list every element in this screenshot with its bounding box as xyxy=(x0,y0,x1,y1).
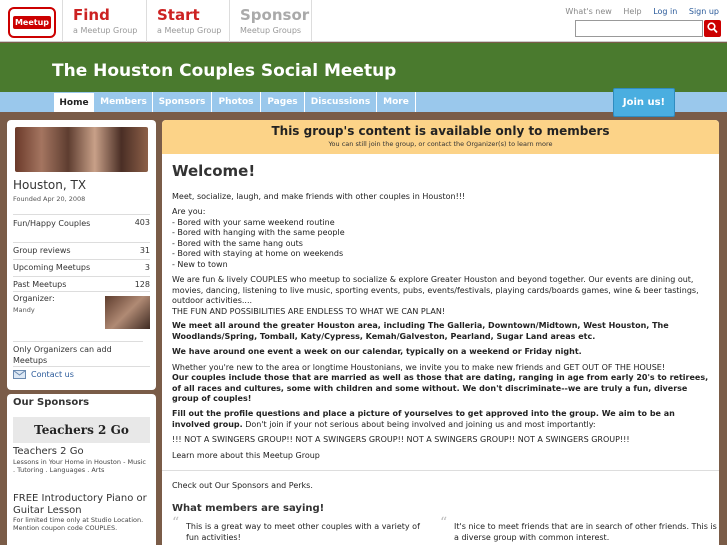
sponsors-perks-link[interactable]: Check out Our Sponsors and Perks. xyxy=(172,481,710,492)
organizer-name[interactable]: Mandy xyxy=(13,306,35,314)
group-city[interactable]: Houston, TX xyxy=(13,178,86,192)
logo-text: Meetup xyxy=(13,16,51,29)
login-link[interactable]: Log in xyxy=(653,7,677,16)
not-swingers-text: !!! NOT A SWINGERS GROUP!! NOT A SWINGER… xyxy=(172,435,630,444)
only-organizers-note: Only Organizers can add Meetups xyxy=(13,341,143,366)
quote-text: It's nice to meet friends that are in se… xyxy=(454,522,717,542)
tab-discussions[interactable]: Discussions xyxy=(305,92,377,112)
organizer-label: Organizer: xyxy=(13,294,55,303)
offer-title[interactable]: FREE Introductory Piano or Guitar Lesson xyxy=(13,493,150,517)
stat-upcoming[interactable]: Upcoming Meetups 3 xyxy=(13,259,150,272)
tab-pages[interactable]: Pages xyxy=(261,92,305,112)
tab-sponsors[interactable]: Sponsors xyxy=(153,92,212,112)
welcome-heading: Welcome! xyxy=(172,162,256,180)
nav-find-sub: a Meetup Group xyxy=(73,26,138,35)
nav-start-sub: a Meetup Group xyxy=(157,26,222,35)
invite-text: Whether you're new to the area or longti… xyxy=(172,363,666,372)
locations-text: We meet all around the greater Houston a… xyxy=(172,321,669,341)
learn-more-link[interactable]: Learn more about this Meetup Group xyxy=(172,451,710,462)
nav-start-title: Start xyxy=(157,6,200,24)
nav-find-title: Find xyxy=(73,6,110,24)
whats-new-link[interactable]: What's new xyxy=(565,7,611,16)
top-links: What's new Help Log in Sign up xyxy=(556,7,719,16)
founded-date: Founded Apr 20, 2008 xyxy=(13,195,86,203)
members-only-notice: This group's content is available only t… xyxy=(162,120,719,154)
join-us-button[interactable]: Join us! xyxy=(613,88,675,117)
are-you-list: Are you: - Bored with your same weekend … xyxy=(172,207,345,269)
group-title[interactable]: The Houston Couples Social Meetup xyxy=(52,61,396,81)
member-quote: “ This is a great way to meet other coupl… xyxy=(172,516,431,543)
group-photo[interactable] xyxy=(15,127,148,172)
offer-description: For limited time only at Studio Location… xyxy=(13,516,144,532)
nav-sponsor[interactable]: Sponsor Meetup Groups xyxy=(229,0,312,42)
search-button[interactable] xyxy=(704,20,721,37)
stat-reviews-label: Group reviews xyxy=(13,246,71,255)
tab-more[interactable]: More xyxy=(377,92,416,112)
sponsor-logo[interactable]: Teachers 2 Go xyxy=(13,417,150,443)
sponsor-description: Lessons in Your Home in Houston - Music … xyxy=(13,458,147,474)
fun-description: We are fun & lively COUPLES who meetup t… xyxy=(172,275,699,316)
top-bar: Meetup Find a Meetup Group Start a Meetu… xyxy=(0,0,727,42)
stat-upcoming-label: Upcoming Meetups xyxy=(13,263,91,272)
signup-link[interactable]: Sign up xyxy=(689,7,719,16)
stat-past-label: Past Meetups xyxy=(13,280,67,289)
profile-instructions: Fill out the profile questions and place… xyxy=(172,409,710,430)
stat-reviews[interactable]: Group reviews 31 xyxy=(13,242,150,255)
stat-past-value: 128 xyxy=(134,280,150,289)
tab-home[interactable]: Home xyxy=(53,92,95,112)
notice-subtitle: You can still join the group, or contact… xyxy=(328,140,553,148)
sponsors-heading: Our Sponsors xyxy=(13,397,90,408)
quote-mark-icon: “ xyxy=(440,515,448,531)
nav-sponsor-title: Sponsor xyxy=(240,6,310,24)
organizer-photo[interactable] xyxy=(105,296,150,329)
stat-past[interactable]: Past Meetups 128 xyxy=(13,276,150,289)
tab-members[interactable]: Members xyxy=(95,92,153,112)
member-quote: “ It's nice to meet friends that are in s… xyxy=(440,516,719,543)
members-saying-heading: What members are saying! xyxy=(172,503,325,514)
profile-instructions-rest: Don't join if your not serious about bei… xyxy=(242,419,596,429)
stat-reviews-value: 31 xyxy=(139,246,150,255)
events-frequency-text: We have around one event a week on our c… xyxy=(172,347,582,356)
tab-photos[interactable]: Photos xyxy=(212,92,261,112)
stat-upcoming-value: 3 xyxy=(144,263,150,272)
divider xyxy=(162,470,719,471)
nav-sponsor-sub: Meetup Groups xyxy=(240,26,302,35)
search-icon xyxy=(707,22,718,34)
search-input[interactable] xyxy=(575,20,703,37)
nav-find[interactable]: Find a Meetup Group xyxy=(62,0,148,42)
stat-members[interactable]: Fun/Happy Couples 403 xyxy=(13,214,150,242)
intro-text: Meet, socialize, laugh, and make friends… xyxy=(172,192,466,201)
stat-members-value: 403 xyxy=(134,218,150,227)
couples-description: Our couples include those that are marri… xyxy=(172,373,709,403)
notice-title: This group's content is available only t… xyxy=(271,124,610,138)
sponsor-name[interactable]: Teachers 2 Go xyxy=(13,446,84,457)
quote-text: This is a great way to meet other couple… xyxy=(186,522,420,542)
quote-mark-icon: “ xyxy=(172,515,180,531)
meetup-logo[interactable]: Meetup xyxy=(8,7,56,38)
contact-us-link[interactable]: Contact us xyxy=(13,366,150,379)
help-link[interactable]: Help xyxy=(623,7,641,16)
stat-members-label: Fun/Happy Couples xyxy=(13,219,91,228)
nav-start[interactable]: Start a Meetup Group xyxy=(146,0,230,42)
